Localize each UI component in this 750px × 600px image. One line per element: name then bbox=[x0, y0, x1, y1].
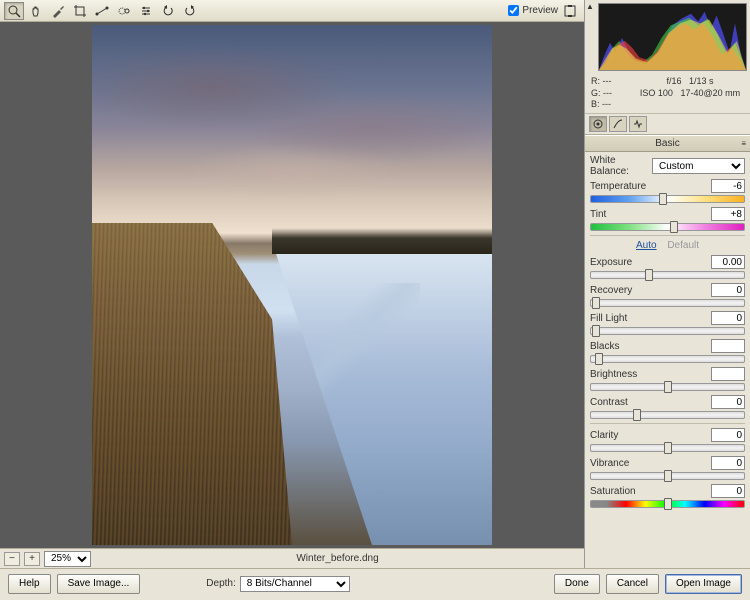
settings-body: White Balance: Custom Temperature Tint A… bbox=[585, 152, 750, 568]
recovery-slider[interactable] bbox=[590, 299, 745, 307]
depth-label: Depth: bbox=[206, 578, 235, 589]
depth-select[interactable]: 8 Bits/Channel bbox=[240, 576, 350, 592]
exposure-input[interactable] bbox=[711, 255, 745, 269]
temperature-label: Temperature bbox=[590, 181, 707, 192]
retouch-tool[interactable] bbox=[114, 2, 134, 20]
right-panel: ▲ R: --- G: --- B: --- f/16 1/13 s ISO 1… bbox=[585, 0, 750, 568]
vibrance-label: Vibrance bbox=[590, 458, 707, 469]
temperature-slider[interactable] bbox=[590, 195, 745, 203]
fill-light-slider[interactable] bbox=[590, 327, 745, 335]
panel-header: Basic ≡ bbox=[585, 135, 750, 152]
recovery-label: Recovery bbox=[590, 285, 707, 296]
histogram[interactable] bbox=[598, 3, 747, 71]
brightness-slider[interactable] bbox=[590, 383, 745, 391]
temperature-input[interactable] bbox=[711, 179, 745, 193]
white-balance-select[interactable]: Custom bbox=[652, 158, 745, 174]
fullscreen-toggle[interactable] bbox=[560, 2, 580, 20]
fill-light-label: Fill Light bbox=[590, 313, 707, 324]
recovery-input[interactable] bbox=[711, 283, 745, 297]
white-balance-label: White Balance: bbox=[590, 155, 648, 177]
blacks-slider[interactable] bbox=[590, 355, 745, 363]
exposure-label: Exposure bbox=[590, 257, 707, 268]
readout-aperture: f/16 bbox=[666, 76, 681, 86]
tint-slider[interactable] bbox=[590, 223, 745, 231]
toolbar: Preview bbox=[0, 0, 584, 22]
dialog-buttons: Help Save Image... Depth: 8 Bits/Channel… bbox=[0, 568, 750, 598]
contrast-input[interactable] bbox=[711, 395, 745, 409]
vibrance-input[interactable] bbox=[711, 456, 745, 470]
tab-detail[interactable] bbox=[629, 116, 647, 132]
rotate-ccw-tool[interactable] bbox=[158, 2, 178, 20]
saturation-label: Saturation bbox=[590, 486, 707, 497]
zoom-in-button[interactable]: + bbox=[24, 552, 40, 566]
straighten-tool[interactable] bbox=[92, 2, 112, 20]
auto-link[interactable]: Auto bbox=[636, 240, 657, 251]
clarity-label: Clarity bbox=[590, 430, 707, 441]
preview-label: Preview bbox=[522, 5, 558, 16]
left-panel: Preview − + 25% Winter_before.dng bbox=[0, 0, 585, 568]
tab-basic[interactable] bbox=[589, 116, 607, 132]
image-preview-area[interactable] bbox=[0, 22, 584, 548]
tint-input[interactable] bbox=[711, 207, 745, 221]
contrast-slider[interactable] bbox=[590, 411, 745, 419]
help-button[interactable]: Help bbox=[8, 574, 51, 594]
tint-label: Tint bbox=[590, 209, 707, 220]
zoom-select[interactable]: 25% bbox=[44, 551, 91, 567]
panel-menu-icon[interactable]: ≡ bbox=[741, 139, 746, 148]
preview-checkbox[interactable]: Preview bbox=[508, 5, 558, 16]
readout-g: G: --- bbox=[591, 88, 636, 100]
cancel-button[interactable]: Cancel bbox=[606, 574, 659, 594]
preview-footer: − + 25% Winter_before.dng bbox=[0, 548, 584, 568]
saturation-input[interactable] bbox=[711, 484, 745, 498]
hand-tool[interactable] bbox=[26, 2, 46, 20]
saturation-slider[interactable] bbox=[590, 500, 745, 508]
save-image-button[interactable]: Save Image... bbox=[57, 574, 141, 594]
fill-light-input[interactable] bbox=[711, 311, 745, 325]
vibrance-slider[interactable] bbox=[590, 472, 745, 480]
contrast-label: Contrast bbox=[590, 397, 707, 408]
default-link: Default bbox=[667, 240, 699, 251]
readout-lens: 17-40@20 mm bbox=[680, 88, 740, 98]
clarity-input[interactable] bbox=[711, 428, 745, 442]
blacks-input[interactable] bbox=[711, 339, 745, 353]
collapse-arrow-icon[interactable]: ▲ bbox=[586, 2, 594, 11]
crop-tool[interactable] bbox=[70, 2, 90, 20]
readout-iso: ISO 100 bbox=[640, 88, 673, 98]
readout-b: B: --- bbox=[591, 99, 636, 111]
clarity-slider[interactable] bbox=[590, 444, 745, 452]
prefs-tool[interactable] bbox=[136, 2, 156, 20]
open-image-button[interactable]: Open Image bbox=[665, 574, 742, 594]
done-button[interactable]: Done bbox=[554, 574, 600, 594]
rotate-cw-tool[interactable] bbox=[180, 2, 200, 20]
exposure-slider[interactable] bbox=[590, 271, 745, 279]
white-balance-tool[interactable] bbox=[48, 2, 68, 20]
preview-canvas bbox=[92, 25, 492, 545]
zoom-out-button[interactable]: − bbox=[4, 552, 20, 566]
brightness-input[interactable] bbox=[711, 367, 745, 381]
readout-r: R: --- bbox=[591, 76, 636, 88]
brightness-label: Brightness bbox=[590, 369, 707, 380]
metadata-readout: R: --- G: --- B: --- f/16 1/13 s ISO 100… bbox=[585, 74, 750, 114]
blacks-label: Blacks bbox=[590, 341, 707, 352]
filename-label: Winter_before.dng bbox=[95, 553, 580, 564]
readout-shutter: 1/13 s bbox=[689, 76, 714, 86]
panel-title: Basic bbox=[655, 138, 679, 149]
panel-tabs bbox=[585, 114, 750, 135]
tab-curves[interactable] bbox=[609, 116, 627, 132]
zoom-tool[interactable] bbox=[4, 2, 24, 20]
